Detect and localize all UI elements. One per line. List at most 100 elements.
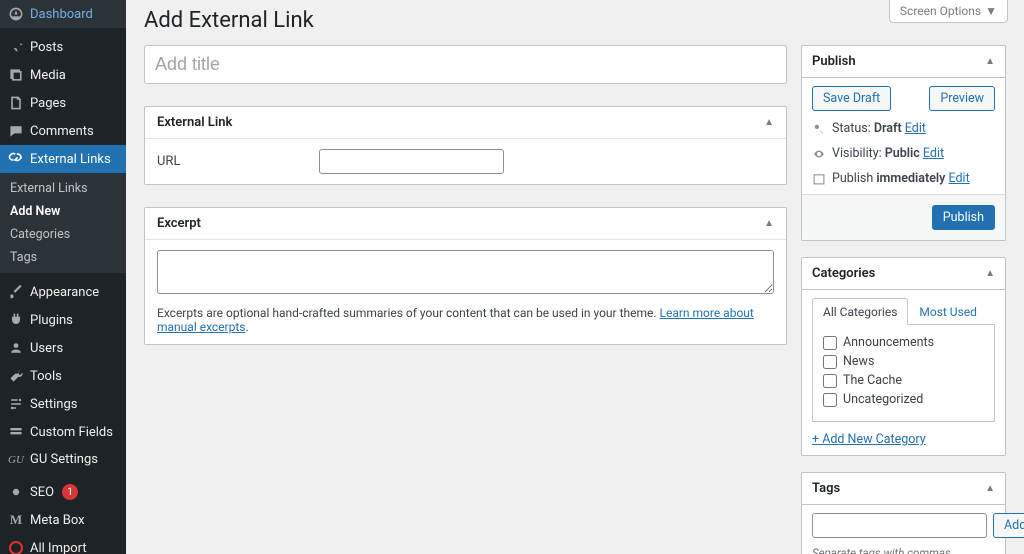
brush-icon	[8, 284, 24, 300]
edit-status-link[interactable]: Edit	[905, 121, 926, 136]
category-list: Announcements News The Cache Uncategoriz…	[812, 325, 995, 422]
url-input[interactable]	[319, 149, 504, 174]
excerpt-metabox: Excerpt ▲ Excerpts are optional hand-cra…	[144, 207, 787, 345]
schedule-value: immediately	[876, 171, 945, 186]
category-label: The Cache	[843, 373, 902, 388]
external-link-metabox: External Link ▲ URL	[144, 106, 787, 185]
page-title: Add External Link	[144, 8, 1006, 33]
sidebar-item-all-import[interactable]: All Import	[0, 534, 126, 554]
sidebar-item-appearance[interactable]: Appearance	[0, 278, 126, 306]
sidebar-label: Posts	[30, 40, 63, 55]
sidebox-body: Add Separate tags with commas	[802, 505, 1005, 554]
sidebar-item-comments[interactable]: Comments	[0, 117, 126, 145]
category-tabs: All Categories Most Used	[812, 298, 995, 325]
sidebar-item-posts[interactable]: Posts	[0, 33, 126, 61]
gu-icon: GU	[8, 454, 24, 466]
edit-schedule-link[interactable]: Edit	[949, 171, 970, 186]
caret-up-icon[interactable]: ▲	[985, 56, 995, 67]
sidebar-label: Appearance	[30, 285, 99, 300]
metabox-header[interactable]: Excerpt ▲	[145, 208, 786, 240]
meta-box-icon: M	[8, 512, 24, 528]
sidebar-item-tools[interactable]: Tools	[0, 362, 126, 390]
url-field-label: URL	[157, 154, 307, 169]
sidebox-header[interactable]: Categories ▲	[802, 258, 1005, 290]
category-checkbox[interactable]	[823, 336, 837, 350]
sidebar-label: SEO	[30, 485, 54, 500]
settings-icon	[8, 396, 24, 412]
tags-box: Tags ▲ Add Separate tags with commas	[801, 472, 1006, 554]
dashboard-icon	[8, 6, 24, 22]
sidebar-label: Tools	[30, 369, 62, 384]
sidebar-item-users[interactable]: Users	[0, 334, 126, 362]
sidebar-item-dashboard[interactable]: Dashboard	[0, 0, 126, 28]
sidebar-item-gu-settings[interactable]: GU GU Settings	[0, 446, 126, 473]
caret-up-icon[interactable]: ▲	[764, 218, 774, 229]
category-item[interactable]: The Cache	[823, 373, 984, 388]
sidebar-item-pages[interactable]: Pages	[0, 89, 126, 117]
sidebar-label: External Links	[30, 152, 111, 167]
submenu-add-new[interactable]: Add New	[0, 200, 126, 223]
add-tag-button[interactable]: Add	[993, 513, 1024, 538]
save-draft-button[interactable]: Save Draft	[812, 86, 891, 111]
sidebar-label: Comments	[30, 124, 94, 139]
sidebar-label: Media	[30, 68, 66, 83]
submenu-tags[interactable]: Tags	[0, 246, 126, 269]
category-item[interactable]: Announcements	[823, 335, 984, 350]
category-item[interactable]: Uncategorized	[823, 392, 984, 407]
publish-button[interactable]: Publish	[932, 205, 995, 230]
sidebar-item-plugins[interactable]: Plugins	[0, 306, 126, 334]
sidebar-item-media[interactable]: Media	[0, 61, 126, 89]
category-item[interactable]: News	[823, 354, 984, 369]
key-icon	[812, 122, 826, 136]
categories-box: Categories ▲ All Categories Most Used An…	[801, 257, 1006, 456]
publish-box: Publish ▲ Save Draft Preview Status: Dra…	[801, 45, 1006, 241]
category-checkbox[interactable]	[823, 355, 837, 369]
sidebar-item-settings[interactable]: Settings	[0, 390, 126, 418]
excerpt-textarea[interactable]	[157, 250, 774, 294]
publish-actions: Publish	[802, 194, 1005, 240]
edit-visibility-link[interactable]: Edit	[923, 146, 944, 161]
visibility-value: Public	[885, 146, 920, 161]
caret-up-icon[interactable]: ▲	[764, 117, 774, 128]
category-label: News	[843, 354, 874, 369]
calendar-icon	[812, 172, 826, 186]
sidebox-header[interactable]: Tags ▲	[802, 473, 1005, 505]
sidebar-label: All Import	[30, 541, 87, 554]
sidebar-item-meta-box[interactable]: M Meta Box	[0, 506, 126, 534]
tab-most-used[interactable]: Most Used	[908, 298, 988, 325]
submenu-categories[interactable]: Categories	[0, 223, 126, 246]
metabox-title: External Link	[157, 115, 232, 130]
submenu-external-links[interactable]: External Links	[0, 177, 126, 200]
screen-options-toggle[interactable]: Screen Options ▼	[889, 0, 1008, 23]
excerpt-help: Excerpts are optional hand-crafted summa…	[157, 306, 774, 334]
eye-icon	[812, 147, 826, 161]
sidebar-label: Plugins	[30, 313, 73, 328]
metabox-title: Excerpt	[157, 216, 201, 231]
tab-all-categories[interactable]: All Categories	[812, 298, 908, 325]
visibility-label: Visibility:	[832, 146, 885, 161]
caret-up-icon[interactable]: ▲	[985, 483, 995, 494]
add-new-category-link[interactable]: + Add New Category	[812, 432, 926, 447]
sidebar-label: GU Settings	[30, 452, 98, 467]
seo-icon	[8, 484, 24, 500]
tags-input[interactable]	[812, 513, 987, 538]
tools-icon	[8, 368, 24, 384]
sidebox-body: Save Draft Preview Status: Draft Edit	[802, 78, 1005, 194]
status-row: Status: Draft Edit	[812, 121, 995, 136]
category-checkbox[interactable]	[823, 374, 837, 388]
sidebar-item-seo[interactable]: SEO 1	[0, 478, 126, 506]
category-label: Uncategorized	[843, 392, 923, 407]
sidebar-label: Custom Fields	[30, 425, 113, 440]
post-title-input[interactable]	[144, 45, 787, 84]
link-icon	[8, 151, 24, 167]
sidebar-item-custom-fields[interactable]: Custom Fields	[0, 418, 126, 446]
screen-options-label: Screen Options	[900, 4, 981, 18]
category-checkbox[interactable]	[823, 393, 837, 407]
comments-icon	[8, 123, 24, 139]
sidebar-item-external-links[interactable]: External Links	[0, 145, 126, 173]
preview-button[interactable]: Preview	[929, 86, 995, 111]
metabox-header[interactable]: External Link ▲	[145, 107, 786, 139]
category-label: Announcements	[843, 335, 934, 350]
sidebox-header[interactable]: Publish ▲	[802, 46, 1005, 78]
caret-up-icon[interactable]: ▲	[985, 268, 995, 279]
